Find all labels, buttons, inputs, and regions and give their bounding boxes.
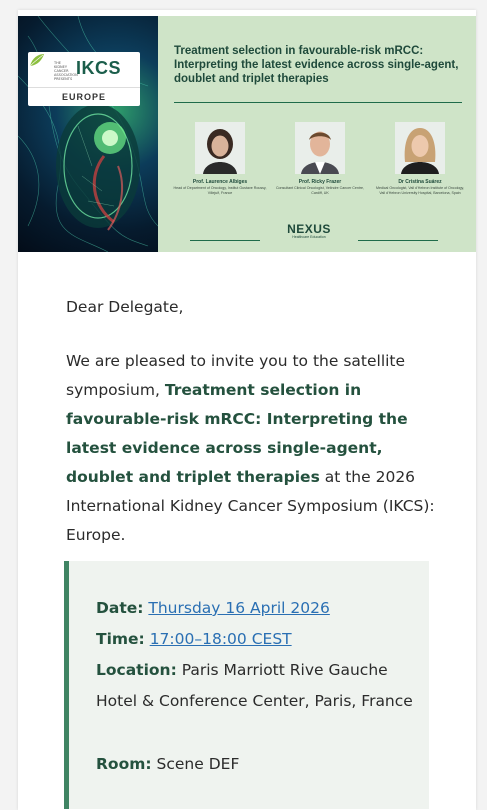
location-row: Location: Paris Marriott Rive Gauche Hot… (96, 655, 416, 717)
banner-divider (174, 102, 462, 103)
ikcs-region: EUROPE (28, 87, 140, 106)
date-label: Date: (96, 599, 144, 617)
ikcs-subtitle: THE KIDNEY CANCER ASSOCIATION PRESENTS (54, 61, 78, 81)
room-label: Room: (96, 755, 152, 773)
nexus-logo: NEXUS Healthcare Education (264, 222, 354, 239)
nexus-wordmark: NEXUS (287, 222, 331, 236)
room-row: Room: Scene DEF (96, 749, 416, 780)
kidney-illustration: THE KIDNEY CANCER ASSOCIATION PRESENTS I… (18, 16, 158, 252)
speaker-card-suarez: Dr Cristina Suárez Medical Oncologist, V… (373, 122, 467, 195)
time-row: Time: 17:00–18:00 CEST (96, 624, 416, 655)
speaker-role: Consultant Clinical Oncologist, Velindre… (275, 186, 365, 195)
banner-title: Treatment selection in favourable-risk m… (174, 45, 459, 85)
date-row: Date: Thursday 16 April 2026 (96, 593, 416, 624)
speaker-role: Head of Department of Oncology, Institut… (173, 186, 267, 195)
speaker-name: Dr Cristina Suárez (398, 179, 442, 185)
sponsor-rule-right (358, 240, 438, 241)
time-label: Time: (96, 630, 145, 648)
event-banner[interactable]: THE KIDNEY CANCER ASSOCIATION PRESENTS I… (18, 16, 476, 252)
room-value: Scene DEF (156, 755, 240, 773)
ikcs-logo: THE KIDNEY CANCER ASSOCIATION PRESENTS I… (28, 52, 140, 106)
greeting: Dear Delegate, (66, 298, 184, 316)
speaker-name: Prof. Laurence Albiges (192, 179, 248, 185)
speaker-photo (395, 122, 445, 174)
speaker-photo (295, 122, 345, 174)
sponsor-rule-left (190, 240, 260, 241)
time-link[interactable]: 17:00–18:00 CEST (150, 630, 292, 648)
speaker-name: Prof. Ricky Frazer (298, 179, 342, 185)
email-card: THE KIDNEY CANCER ASSOCIATION PRESENTS I… (18, 10, 476, 810)
event-details-box: Date: Thursday 16 April 2026 Time: 17:00… (64, 561, 429, 809)
kca-leaf-icon (29, 54, 44, 67)
invitation-paragraph: We are pleased to invite you to the sate… (66, 347, 446, 550)
nexus-subtitle: Healthcare Education (292, 235, 326, 239)
speaker-role: Medical Oncologist, Vall d'Hebron Instit… (375, 186, 465, 195)
speaker-photo (195, 122, 245, 174)
ikcs-title: IKCS (76, 58, 122, 78)
date-link[interactable]: Thursday 16 April 2026 (148, 599, 329, 617)
location-label: Location: (96, 661, 177, 679)
speaker-card-albiges: Prof. Laurence Albiges Head of Departmen… (173, 122, 267, 195)
speaker-card-frazer: Prof. Ricky Frazer Consultant Clinical O… (273, 122, 367, 195)
